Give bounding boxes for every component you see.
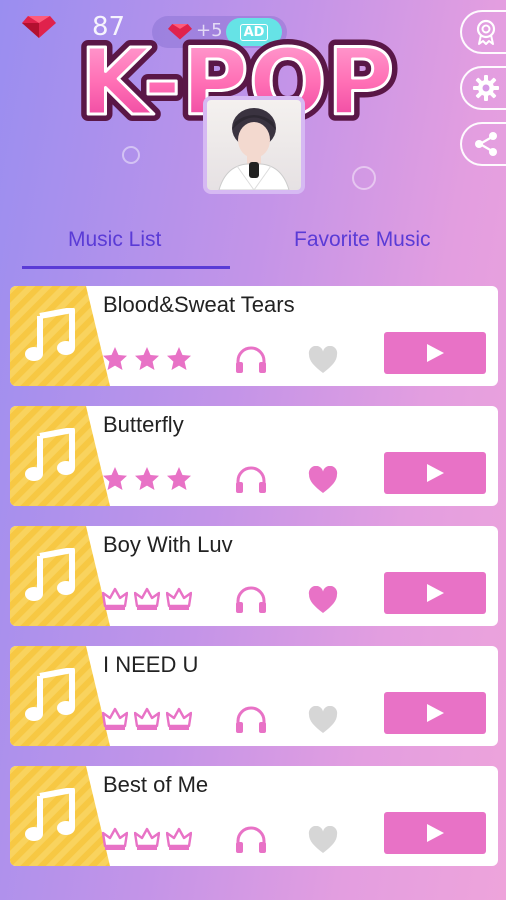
tab-favorite-music[interactable]: Favorite Music: [294, 228, 431, 252]
crown-icon: [102, 707, 128, 730]
heart-icon[interactable]: [308, 706, 338, 734]
play-button[interactable]: [384, 572, 486, 614]
song-card[interactable]: Best of Me: [10, 766, 498, 866]
achievements-button[interactable]: [460, 10, 506, 54]
play-button[interactable]: [384, 692, 486, 734]
headphones-icon[interactable]: [234, 344, 268, 374]
star-icon: [103, 467, 127, 490]
heart-icon[interactable]: [308, 826, 338, 854]
song-rating: [102, 586, 192, 612]
crown-icon: [134, 827, 160, 850]
star-icon: [103, 347, 127, 370]
song-title: Boy With Luv: [103, 532, 233, 557]
bubble-decoration: [352, 166, 376, 190]
tab-music-list[interactable]: Music List: [68, 228, 161, 252]
song-rating: [102, 826, 192, 852]
song-thumbnail: [10, 526, 110, 626]
song-card[interactable]: Boy With Luv: [10, 526, 498, 626]
bubble-decoration: [122, 146, 140, 164]
crown-icon: [166, 827, 192, 850]
song-thumbnail: [10, 406, 110, 506]
song-title: Butterfly: [103, 412, 184, 437]
heart-icon[interactable]: [308, 466, 338, 494]
song-rating: [102, 466, 192, 492]
share-button[interactable]: [460, 122, 506, 166]
song-thumbnail: [10, 766, 110, 866]
song-thumbnail: [10, 646, 110, 746]
play-button[interactable]: [384, 332, 486, 374]
crown-icon: [134, 707, 160, 730]
heart-icon[interactable]: [308, 346, 338, 374]
settings-button[interactable]: [460, 66, 506, 110]
tab-bar: Music List Favorite Music: [0, 222, 506, 272]
music-note-icon: [25, 308, 75, 361]
song-rating: [102, 706, 192, 732]
play-icon: [427, 464, 444, 482]
star-icon: [135, 347, 159, 370]
song-card[interactable]: I NEED U: [10, 646, 498, 746]
album-cover: [203, 96, 305, 194]
song-title: I NEED U: [103, 652, 199, 677]
top-bar: 87 +5 AD K-POP K-POP: [0, 0, 506, 205]
music-note-icon: [25, 548, 75, 601]
music-note-icon: [25, 788, 75, 841]
music-note-icon: [25, 428, 75, 481]
play-icon: [427, 344, 444, 362]
song-rating: [102, 346, 192, 372]
crown-icon: [166, 587, 192, 610]
crown-icon: [134, 587, 160, 610]
play-button[interactable]: [384, 452, 486, 494]
play-icon: [427, 824, 444, 842]
artist-portrait: [218, 108, 290, 190]
play-button[interactable]: [384, 812, 486, 854]
crown-icon: [166, 707, 192, 730]
play-icon: [427, 704, 444, 722]
headphones-icon[interactable]: [234, 584, 268, 614]
song-card[interactable]: Butterfly: [10, 406, 498, 506]
play-icon: [427, 584, 444, 602]
star-icon: [135, 467, 159, 490]
crown-icon: [102, 587, 128, 610]
award-icon: [476, 19, 496, 45]
active-tab-indicator: [22, 266, 230, 269]
heart-icon[interactable]: [308, 586, 338, 614]
star-icon: [167, 467, 191, 490]
song-card[interactable]: Blood&Sweat Tears: [10, 286, 498, 386]
song-title: Blood&Sweat Tears: [103, 292, 295, 317]
gear-icon: [473, 75, 499, 101]
headphones-icon[interactable]: [234, 704, 268, 734]
crown-icon: [102, 827, 128, 850]
song-thumbnail: [10, 286, 110, 386]
headphones-icon[interactable]: [234, 824, 268, 854]
star-icon: [167, 347, 191, 370]
headphones-icon[interactable]: [234, 464, 268, 494]
music-note-icon: [25, 668, 75, 721]
song-title: Best of Me: [103, 772, 209, 797]
share-icon: [475, 132, 497, 156]
